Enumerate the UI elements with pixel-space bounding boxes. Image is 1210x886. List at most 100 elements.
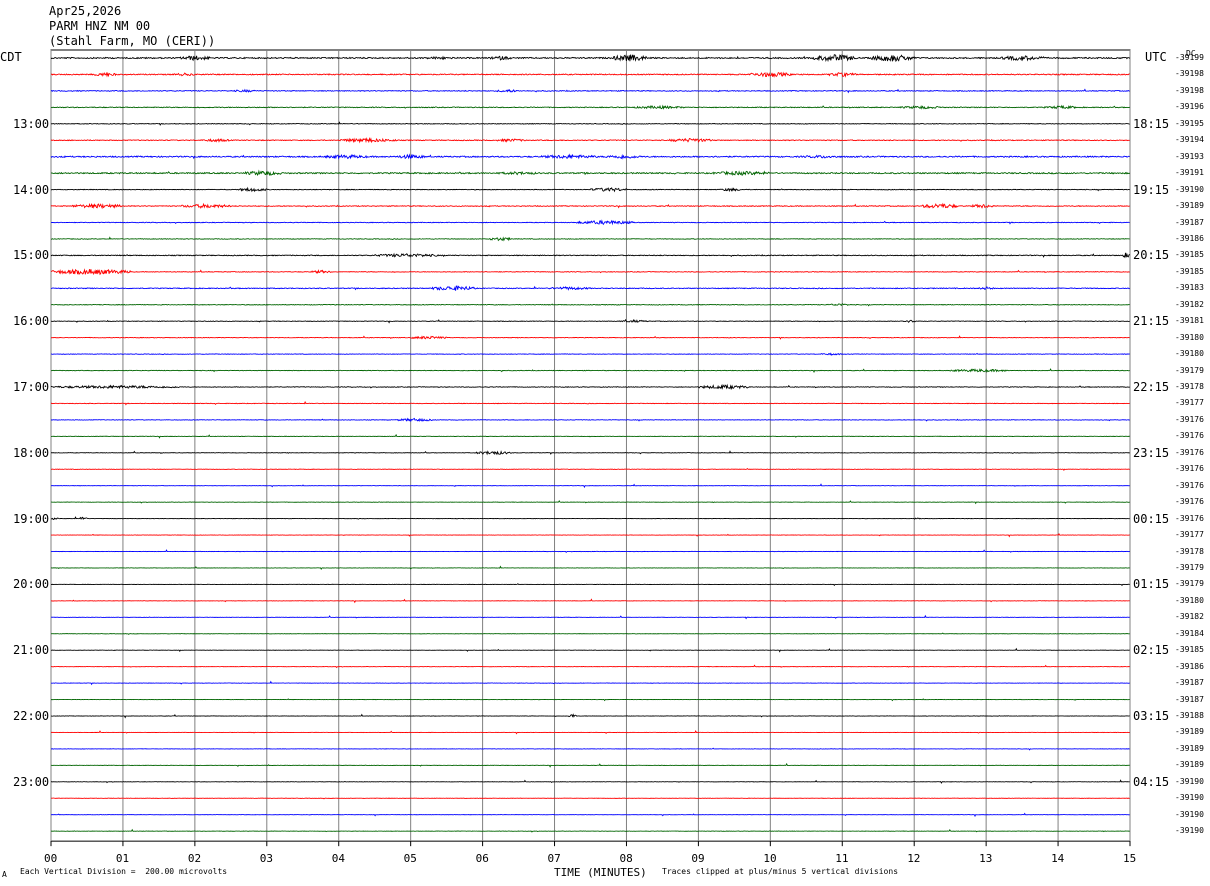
- dc-offset-label: -39185: [1175, 250, 1204, 260]
- dc-offset-label: -39178: [1175, 382, 1204, 391]
- trace-row-36: [50, 647, 1130, 653]
- right-hour-label: 23:15: [1133, 445, 1170, 460]
- trace-row-47: [50, 828, 1130, 833]
- trace-row-18: [50, 352, 1130, 356]
- trace-row-21: [50, 400, 1130, 406]
- trace-row-28: [50, 516, 1130, 520]
- dc-offset-label: -39194: [1175, 135, 1204, 145]
- trace-row-30: [50, 549, 1130, 553]
- trace-row-46: [50, 812, 1130, 818]
- dc-offset-label: -39187: [1175, 678, 1204, 688]
- trace-row-14: [50, 285, 1130, 291]
- right-hour-label: 04:15: [1133, 774, 1170, 789]
- x-tick-label: 13: [979, 852, 993, 865]
- dc-offset-label: -39190: [1175, 809, 1204, 819]
- right-hour-label: 18:15: [1133, 116, 1170, 131]
- dc-offset-label: -39185: [1175, 645, 1204, 655]
- footer-marker: A: [2, 870, 7, 879]
- right-hour-label: 03:15: [1133, 709, 1170, 723]
- trace-row-41: [50, 729, 1130, 735]
- x-tick-label: 14: [1051, 852, 1065, 865]
- dc-offset-label: -39191: [1175, 168, 1204, 178]
- trace-row-34: [50, 614, 1130, 620]
- dc-offset-label: -39188: [1175, 711, 1204, 720]
- dc-offset-label: -39187: [1175, 694, 1204, 704]
- helicorder-plot: [50, 49, 1131, 847]
- dc-offset-label: -39198: [1175, 69, 1204, 79]
- trace-row-2: [50, 88, 1130, 94]
- dc-offset-label: -39189: [1175, 727, 1204, 737]
- right-hour-label: 21:15: [1133, 314, 1170, 329]
- dc-offset-label: -39177: [1175, 530, 1204, 540]
- dc-offset-label: -39179: [1175, 365, 1204, 375]
- trace-row-15: [50, 303, 1130, 307]
- trace-row-0: [50, 54, 1131, 63]
- dc-offset-label: -39180: [1175, 595, 1204, 605]
- right-hour-label: 22:15: [1133, 380, 1170, 394]
- footer-scale: Each Vertical Division = 200.00 microvol…: [20, 867, 228, 876]
- dc-offset-label: -39176: [1175, 447, 1204, 457]
- trace-row-32: [50, 583, 1130, 587]
- dc-offset-label: -39185: [1175, 266, 1204, 276]
- trace-row-13: [50, 268, 1130, 276]
- x-tick-label: 02: [187, 852, 202, 865]
- dc-offset-label: -39186: [1175, 661, 1204, 671]
- trace-row-23: [50, 433, 1130, 439]
- x-tick-label: 07: [547, 852, 561, 865]
- x-tick-label: 05: [403, 852, 417, 865]
- footer-clip-note: Traces clipped at plus/minus 5 vertical …: [662, 867, 899, 876]
- dc-offset-label: -39177: [1175, 398, 1204, 408]
- x-axis-label: TIME (MINUTES): [554, 866, 647, 879]
- x-tick-label: 10: [763, 852, 777, 865]
- dc-offset-label: -39182: [1175, 299, 1204, 309]
- dc-offset-label: -39179: [1175, 579, 1204, 589]
- dc-offset-label: -39189: [1175, 760, 1204, 770]
- dc-offset-label: -39199: [1175, 53, 1204, 62]
- dc-offset-label: -39190: [1175, 793, 1204, 803]
- dc-offset-label: -39182: [1175, 612, 1204, 622]
- left-hour-label: 16:00: [13, 314, 50, 329]
- dc-offset-label: -39176: [1175, 480, 1204, 490]
- left-hour-label: 15:00: [13, 248, 50, 263]
- trace-row-31: [50, 565, 1130, 571]
- trace-row-37: [50, 664, 1130, 669]
- dc-offset-label: -39189: [1175, 743, 1204, 753]
- dc-offset-label: -39183: [1175, 283, 1204, 293]
- dc-offset-label: -39195: [1175, 118, 1204, 128]
- trace-row-19: [50, 368, 1130, 374]
- dc-offset-label: -39190: [1175, 826, 1204, 836]
- x-tick-label: 08: [619, 852, 633, 865]
- right-hour-label: 20:15: [1133, 248, 1170, 263]
- trace-row-42: [50, 747, 1130, 751]
- trace-row-25: [50, 468, 1130, 472]
- trace-row-27: [50, 499, 1130, 505]
- x-tick-label: 00: [44, 852, 58, 865]
- x-tick-label: 09: [691, 852, 705, 865]
- trace-row-1: [50, 71, 1130, 78]
- trace-row-29: [50, 532, 1130, 538]
- x-tick-label: 01: [115, 852, 130, 865]
- trace-row-22: [50, 417, 1130, 423]
- trace-row-16: [50, 318, 1130, 324]
- trace-row-24: [51, 450, 1130, 456]
- x-tick-label: 15: [1123, 852, 1137, 865]
- dc-offset-label: -39187: [1175, 217, 1204, 227]
- trace-row-12: [50, 252, 1130, 259]
- dc-offset-label: -39196: [1175, 102, 1204, 112]
- left-hour-label: 18:00: [13, 445, 50, 460]
- trace-row-9: [50, 202, 1130, 210]
- right-hour-label: 19:15: [1133, 182, 1170, 197]
- trace-row-6: [50, 153, 1130, 160]
- trace-row-40: [50, 713, 1130, 719]
- trace-row-7: [50, 169, 1131, 177]
- trace-row-44: [50, 779, 1130, 784]
- left-hour-label: 20:00: [13, 577, 50, 592]
- trace-row-38: [50, 680, 1130, 686]
- trace-row-20: [50, 383, 1130, 391]
- left-hour-label: 14:00: [13, 182, 50, 197]
- left-hour-label: 23:00: [13, 774, 50, 789]
- trace-row-4: [50, 121, 1130, 126]
- dc-offset-label: -39176: [1175, 513, 1204, 523]
- trace-row-26: [50, 483, 1130, 489]
- plot-frame: [50, 49, 1131, 842]
